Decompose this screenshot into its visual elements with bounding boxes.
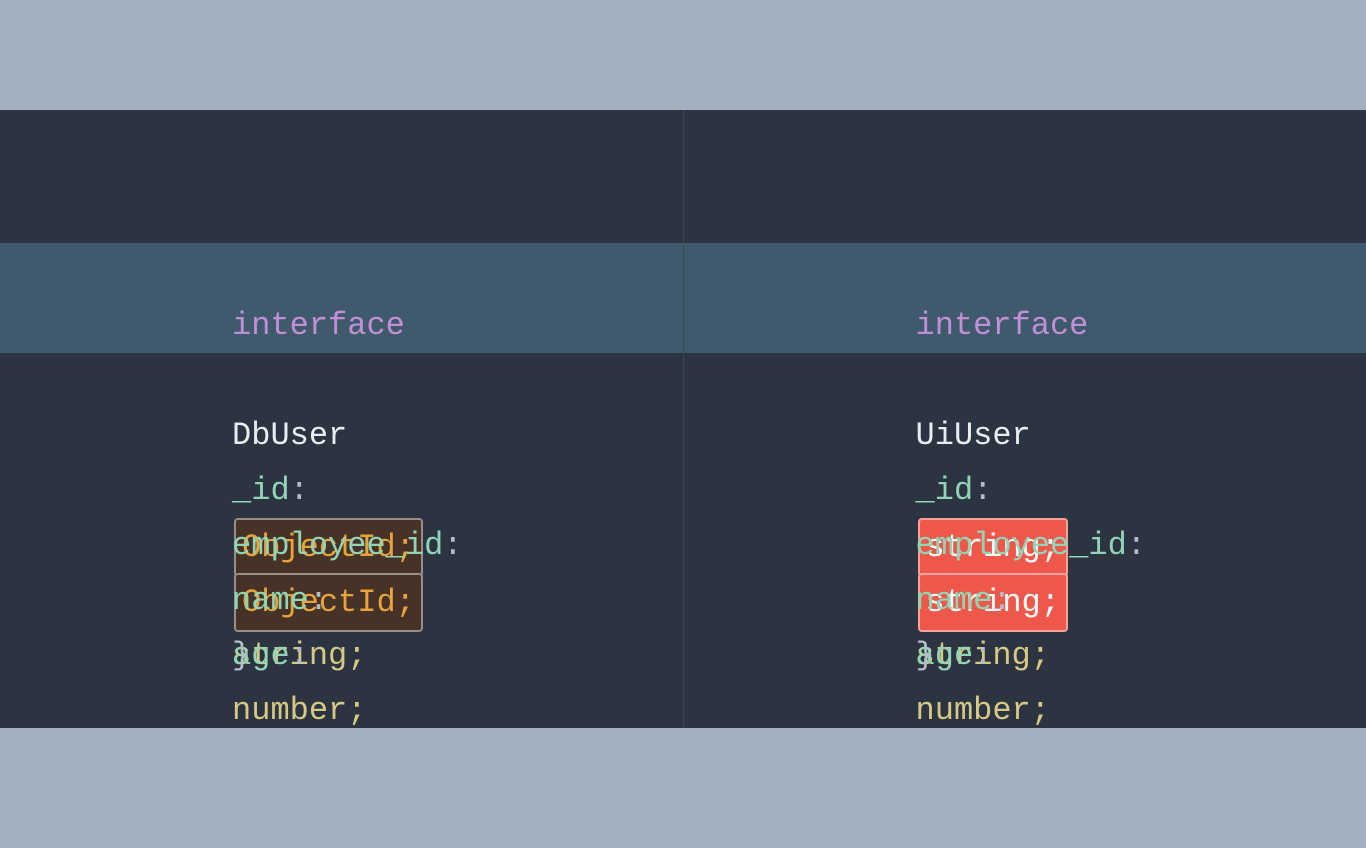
diff-highlight-band	[684, 243, 1366, 298]
right-code-panel: interface UiUser { _id: string;	[684, 110, 1366, 728]
left-code-block: interface DbUser { _id: ObjectId;	[0, 188, 683, 573]
keyword-interface: interface	[232, 307, 405, 344]
code-line-highlighted: _id: string;	[684, 243, 1366, 298]
type-annotation: number;	[232, 692, 366, 729]
type-annotation: number;	[916, 692, 1050, 729]
code-comparison: interface DbUser { _id: ObjectId;	[0, 110, 1366, 728]
brace-close: }	[916, 637, 935, 674]
diff-highlight-band	[0, 243, 683, 298]
right-code-block: interface UiUser { _id: string;	[684, 188, 1366, 573]
keyword-interface: interface	[916, 307, 1089, 344]
brace-close: }	[232, 637, 251, 674]
code-line: interface UiUser {	[684, 188, 1366, 243]
code-line-highlighted: _id: ObjectId;	[0, 243, 683, 298]
left-code-panel: interface DbUser { _id: ObjectId;	[0, 110, 684, 728]
code-line: interface DbUser {	[0, 188, 683, 243]
